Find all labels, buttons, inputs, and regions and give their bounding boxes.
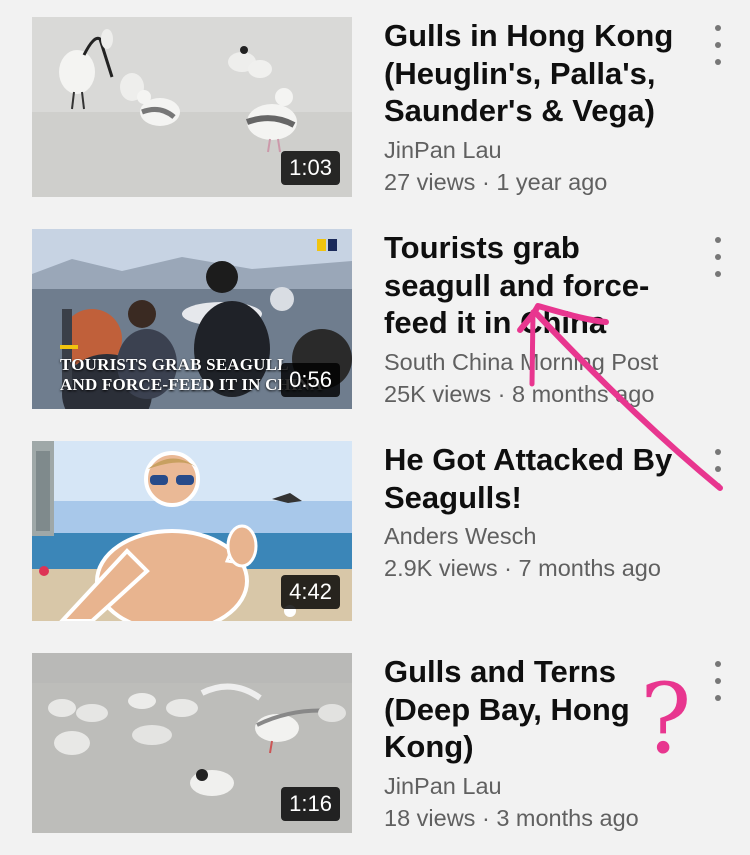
video-stats: 18 views · 3 months ago [384, 804, 639, 831]
video-title[interactable]: Gulls in Hong Kong (Heuglin's, Palla's, … [384, 17, 694, 130]
more-options-icon[interactable] [708, 23, 728, 67]
video-duration: 0:56 [281, 363, 340, 397]
video-duration: 1:03 [281, 151, 340, 185]
video-title[interactable]: Tourists grab seagull and force-feed it … [384, 229, 694, 342]
video-list: 1:03 Gulls in Hong Kong (Heuglin's, Pall… [0, 0, 750, 855]
channel-name[interactable]: JinPan Lau [384, 770, 694, 802]
channel-name[interactable]: Anders Wesch [384, 520, 694, 552]
more-options-icon[interactable] [708, 659, 728, 703]
video-stats: 25K views · 8 months ago [384, 380, 655, 407]
video-title[interactable]: He Got Attacked By Seagulls! [384, 441, 694, 516]
video-item[interactable]: 4:42 He Got Attacked By Seagulls! Anders… [0, 441, 750, 621]
video-duration: 4:42 [281, 575, 340, 609]
video-meta: Gulls and Terns (Deep Bay, Hong Kong) Ji… [384, 653, 694, 834]
more-options-icon[interactable] [708, 235, 728, 279]
video-thumbnail[interactable]: 1:16 [32, 653, 352, 833]
channel-name[interactable]: South China Morning Post [384, 346, 694, 378]
video-meta: He Got Attacked By Seagulls! Anders Wesc… [384, 441, 694, 584]
video-stats: 2.9K views · 7 months ago [384, 555, 661, 581]
video-thumbnail[interactable]: 1:03 [32, 17, 352, 197]
channel-name[interactable]: JinPan Lau [384, 134, 694, 166]
more-options-icon[interactable] [708, 447, 728, 491]
video-thumbnail[interactable]: 4:42 [32, 441, 352, 621]
video-stats: 27 views · 1 year ago [384, 168, 608, 195]
video-item[interactable]: TOURISTS GRAB SEAGULL AND FORCE-FEED IT … [0, 229, 750, 409]
video-meta: Tourists grab seagull and force-feed it … [384, 229, 694, 410]
video-meta: Gulls in Hong Kong (Heuglin's, Palla's, … [384, 17, 694, 198]
video-title[interactable]: Gulls and Terns (Deep Bay, Hong Kong) [384, 653, 694, 766]
video-item[interactable]: 1:16 Gulls and Terns (Deep Bay, Hong Kon… [0, 653, 750, 833]
video-thumbnail[interactable]: TOURISTS GRAB SEAGULL AND FORCE-FEED IT … [32, 229, 352, 409]
video-item[interactable]: 1:03 Gulls in Hong Kong (Heuglin's, Pall… [0, 17, 750, 197]
thumbnail-caption: TOURISTS GRAB SEAGULL [60, 355, 289, 374]
video-duration: 1:16 [281, 787, 340, 821]
